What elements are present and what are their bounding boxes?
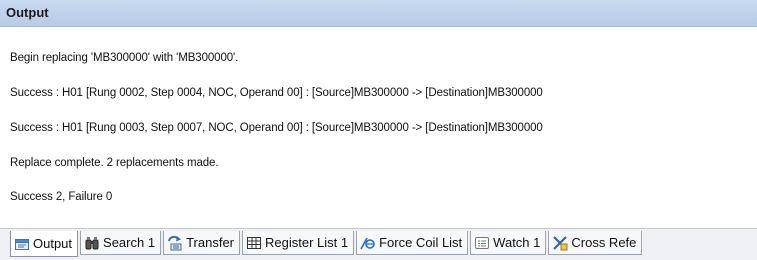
tab-label: Output xyxy=(33,236,73,251)
tab-force-coil-list[interactable]: Force Coil List xyxy=(356,231,469,255)
output-panel: Output Begin replacing 'MB300000' with '… xyxy=(0,0,757,260)
output-line: Replace complete. 2 replacements made. xyxy=(10,156,219,169)
grid-icon xyxy=(246,235,262,251)
output-line: Success : H01 [Rung 0003, Step 0007, NOC… xyxy=(10,121,543,134)
tab-label: Search 1 xyxy=(103,235,156,250)
tab-label: Watch 1 xyxy=(493,235,541,250)
tab-label: Register List 1 xyxy=(265,235,349,250)
cross-reference-icon xyxy=(552,235,568,251)
output-line: Begin replacing 'MB300000' with 'MB30000… xyxy=(10,52,239,65)
tab-search-1[interactable]: Search 1 xyxy=(80,231,162,255)
tab-label: Cross Refe xyxy=(571,235,637,250)
tab-register-list-1[interactable]: Register List 1 xyxy=(242,231,355,255)
tab-label: Transfer xyxy=(186,235,234,250)
output-line: Success 2, Failure 0 xyxy=(10,191,113,204)
tab-watch-1[interactable]: Watch 1 xyxy=(470,231,547,255)
output-icon xyxy=(14,236,30,252)
tab-output[interactable]: Output xyxy=(10,231,79,257)
binoculars-icon xyxy=(84,235,100,251)
watch-list-icon xyxy=(474,235,490,251)
transfer-icon xyxy=(167,235,183,251)
force-coil-icon xyxy=(360,235,376,251)
bottom-tab-strip: Output Search 1 Transfer Register List 1… xyxy=(0,228,757,260)
tab-transfer[interactable]: Transfer xyxy=(163,231,240,255)
output-line: Success : H01 [Rung 0002, Step 0004, NOC… xyxy=(10,86,543,99)
panel-title: Output xyxy=(6,5,49,20)
output-log[interactable]: Begin replacing 'MB300000' with 'MB30000… xyxy=(10,30,750,228)
tab-cross-reference[interactable]: Cross Refe xyxy=(548,231,643,255)
panel-title-bar: Output xyxy=(0,0,757,27)
tab-label: Force Coil List xyxy=(379,235,463,250)
